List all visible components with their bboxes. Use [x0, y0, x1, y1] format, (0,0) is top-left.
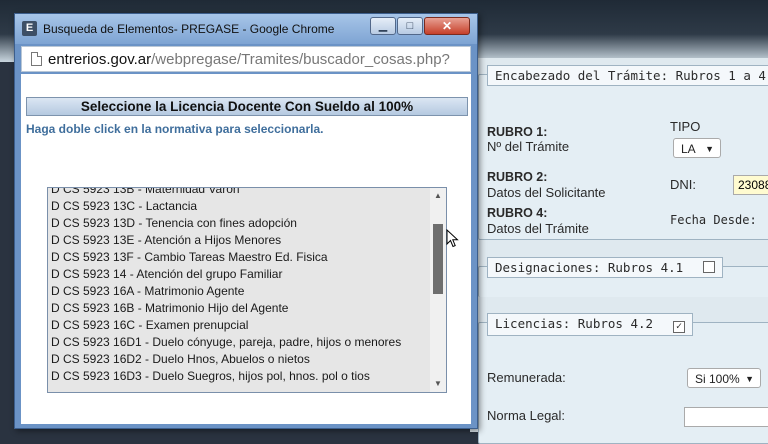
- scroll-down-icon[interactable]: ▼: [430, 376, 446, 392]
- designaciones-legend[interactable]: Designaciones: Rubros 4.1: [487, 257, 724, 278]
- mouse-pointer-icon: [446, 229, 459, 248]
- designaciones-checkbox[interactable]: [703, 261, 716, 273]
- list-item[interactable]: D CS 5923 13F - Cambio Tareas Maestro Ed…: [51, 249, 401, 266]
- url-text: entrerios.gov.ar/webpregase/Tramites/bus…: [48, 51, 450, 68]
- list-item[interactable]: D CS 5923 14 - Atención del grupo Famili…: [51, 266, 401, 283]
- fecha-desde-label: Fecha Desde:: [670, 213, 757, 227]
- close-icon: ✕: [441, 19, 453, 33]
- popup-content: Seleccione la Licencia Docente Con Sueld…: [21, 74, 471, 424]
- list-item[interactable]: D CS 5923 13E - Atención a Hijos Menores: [51, 232, 401, 249]
- list-item[interactable]: D CS 5923 16B - Matrimonio Hijo del Agen…: [51, 300, 401, 317]
- list-item[interactable]: D CS 5923 13D - Tenencia con fines adopc…: [51, 215, 401, 232]
- tipo-select-value: LA: [681, 142, 696, 156]
- list-item[interactable]: D CS 5923 16D1 - Duelo cónyuge, pareja, …: [51, 334, 401, 351]
- header-fieldset-legend: Encabezado del Trámite: Rubros 1 a 4: [487, 65, 768, 86]
- norma-legal-label: Norma Legal:: [487, 408, 566, 423]
- designaciones-legend-label: Designaciones: Rubros 4.1: [495, 260, 684, 275]
- chevron-down-icon: ▼: [705, 144, 714, 154]
- scroll-up-icon[interactable]: ▲: [430, 188, 446, 204]
- maximize-button[interactable]: □: [397, 17, 423, 35]
- rubro1-subtitle: Nº del Trámite: [487, 139, 570, 154]
- list-item[interactable]: D CS 5923 13B - Maternidad Varón: [51, 188, 401, 198]
- instruction-text: Haga doble click en la normativa para se…: [26, 122, 324, 136]
- chevron-down-icon: ▼: [745, 374, 754, 384]
- remunerada-label: Remunerada:: [487, 370, 566, 385]
- window-title: Busqueda de Elementos- PREGASE - Google …: [43, 22, 335, 36]
- rubro4-subtitle: Datos del Trámite: [487, 221, 589, 236]
- licencias-fieldset: Licencias: Rubros 4.2 ✓ Remunerada: Si 10…: [478, 313, 768, 444]
- scrollbar-thumb[interactable]: [433, 224, 443, 294]
- list-item[interactable]: D CS 5923 16D3 - Duelo Suegros, hijos po…: [51, 368, 401, 385]
- url-domain: entrerios.gov.ar: [48, 51, 152, 68]
- licencias-legend[interactable]: Licencias: Rubros 4.2 ✓: [487, 313, 694, 336]
- page-icon: [31, 52, 42, 66]
- tipo-label: TIPO: [670, 119, 701, 134]
- list-item[interactable]: D CS 5923 16D2 - Duelo Hnos, Abuelos o n…: [51, 351, 401, 368]
- address-bar[interactable]: entrerios.gov.ar/webpregase/Tramites/bus…: [21, 46, 471, 72]
- licencias-checkbox[interactable]: ✓: [673, 321, 686, 333]
- app-icon: E: [22, 21, 37, 36]
- list-item[interactable]: D CS 5923 13C - Lactancia: [51, 198, 401, 215]
- dni-input[interactable]: 23088: [733, 175, 768, 195]
- licencias-legend-label: Licencias: Rubros 4.2: [495, 316, 654, 331]
- normativa-list: D CS 5923 13B - Maternidad Varón D CS 592…: [51, 188, 401, 385]
- popup-window: E Busqueda de Elementos- PREGASE - Googl…: [14, 13, 478, 429]
- remunerada-select-value: Si 100%: [695, 372, 740, 386]
- rubro2-title: RUBRO 2:: [487, 170, 548, 184]
- tipo-select[interactable]: LA ▼: [673, 138, 721, 158]
- header-fieldset: Encabezado del Trámite: Rubros 1 a 4 RUB…: [478, 65, 768, 240]
- dni-label: DNI:: [670, 177, 696, 192]
- maximize-icon: □: [406, 20, 414, 32]
- rubro4-title: RUBRO 4:: [487, 206, 548, 220]
- popup-heading: Seleccione la Licencia Docente Con Sueld…: [26, 97, 468, 116]
- listbox-scrollbar[interactable]: ▲ ▼: [430, 188, 446, 392]
- rubro2-subtitle: Datos del Solicitante: [487, 185, 606, 200]
- url-path: /webpregase/Tramites/buscador_cosas.php?: [151, 51, 450, 68]
- minimize-icon: ▁: [378, 20, 388, 32]
- close-button[interactable]: ✕: [424, 17, 470, 35]
- norma-legal-input[interactable]: [684, 407, 768, 427]
- designaciones-fieldset: Designaciones: Rubros 4.1: [478, 257, 768, 297]
- minimize-button[interactable]: ▁: [370, 17, 396, 35]
- normativa-listbox[interactable]: D CS 5923 13B - Maternidad Varón D CS 592…: [47, 187, 447, 393]
- remunerada-select[interactable]: Si 100% ▼: [687, 368, 761, 388]
- list-item[interactable]: D CS 5923 16A - Matrimonio Agente: [51, 283, 401, 300]
- rubro1-title: RUBRO 1:: [487, 125, 548, 139]
- popup-titlebar[interactable]: E Busqueda de Elementos- PREGASE - Googl…: [15, 14, 477, 44]
- list-item[interactable]: D CS 5923 16C - Examen prenupcial: [51, 317, 401, 334]
